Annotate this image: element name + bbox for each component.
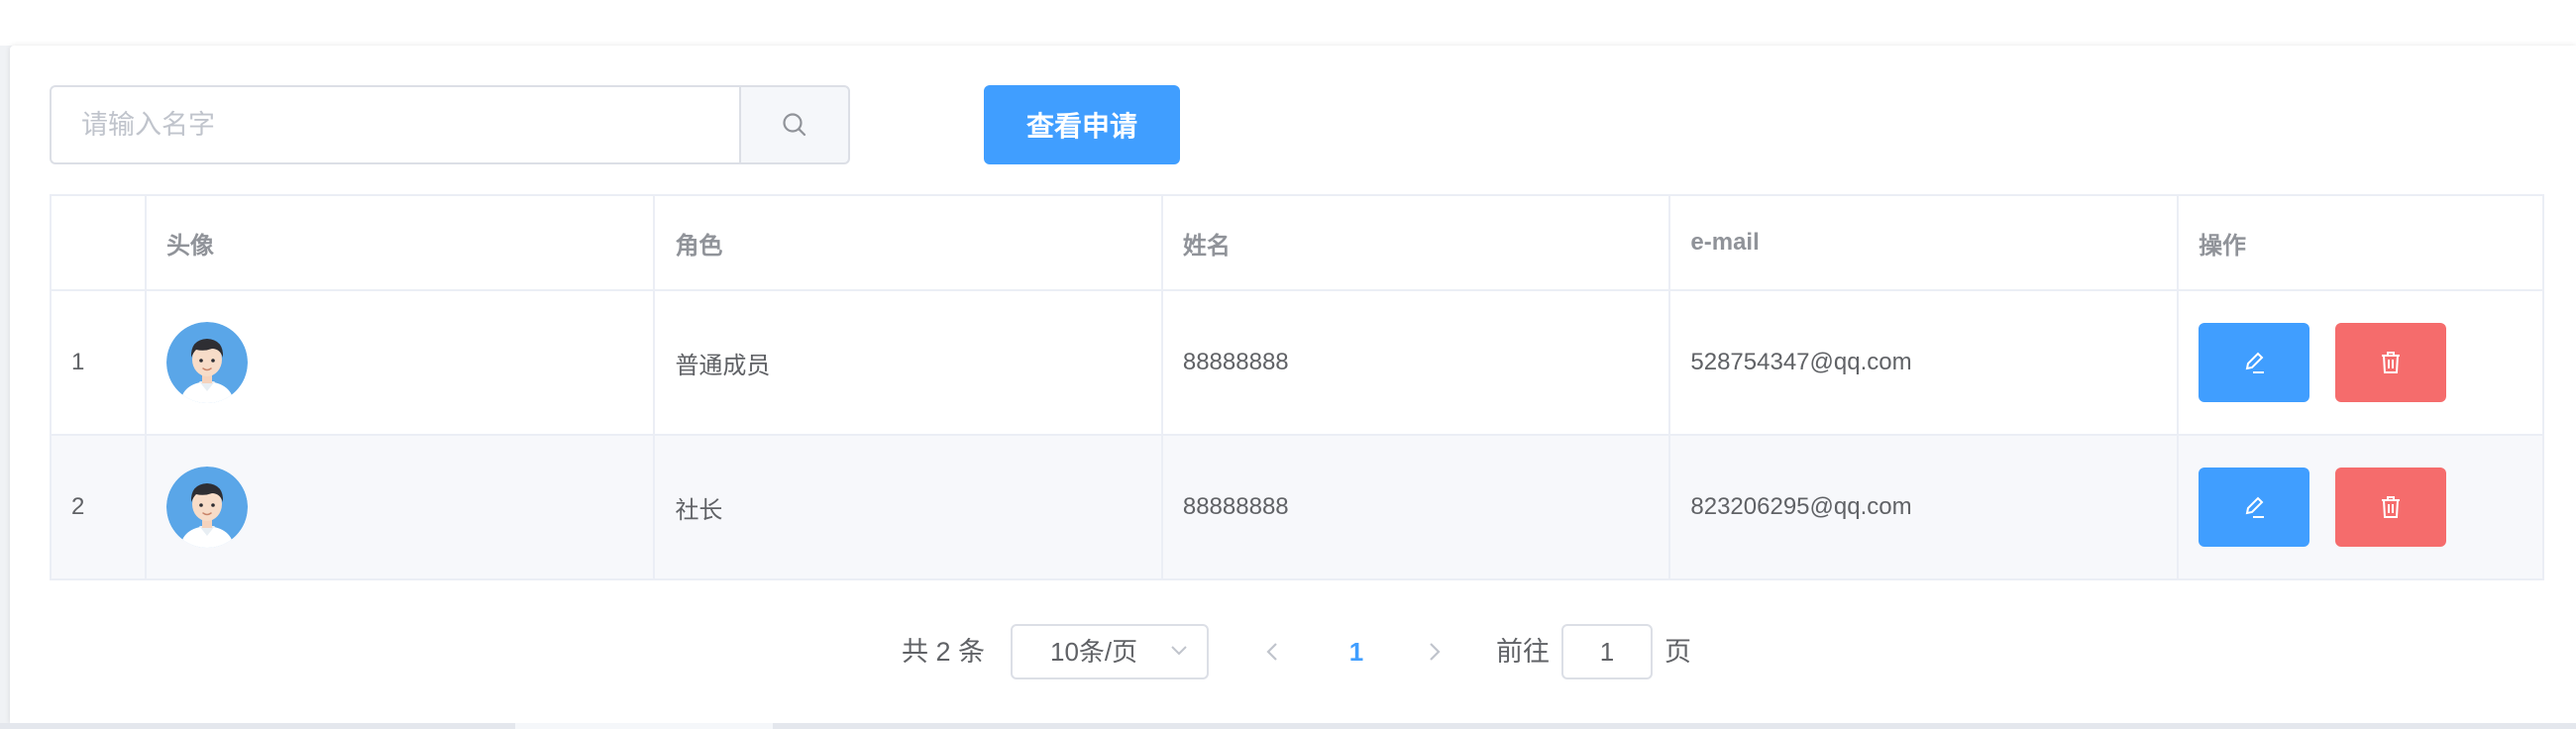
edit-button[interactable] xyxy=(2199,468,2310,547)
members-table: 头像 角色 姓名 e-mail 操作 1 普通成员 88888888 52875… xyxy=(50,194,2544,580)
header-index xyxy=(50,194,147,291)
table-row: 1 普通成员 88888888 528754347@qq.com xyxy=(50,289,2544,436)
row-ops xyxy=(2177,289,2544,436)
goto-page-input[interactable] xyxy=(1561,624,1653,679)
search-icon xyxy=(783,113,806,137)
next-page-button[interactable] xyxy=(1421,638,1447,666)
row-avatar-cell xyxy=(144,289,656,436)
search-button[interactable] xyxy=(739,85,850,164)
header-avatar: 头像 xyxy=(144,194,656,291)
row-actions xyxy=(2199,323,2522,402)
goto-suffix: 页 xyxy=(1664,637,1691,667)
edit-button[interactable] xyxy=(2199,323,2310,402)
row-name: 88888888 xyxy=(1160,434,1671,580)
header-email: e-mail xyxy=(1668,194,2180,291)
bottom-strip-segment xyxy=(515,723,773,729)
delete-icon xyxy=(2382,352,2401,373)
header-role: 角色 xyxy=(653,194,1163,291)
page-size-select[interactable]: 10条/页 xyxy=(1011,624,1209,679)
search-group xyxy=(50,85,850,164)
pagination-total: 共 2 条 xyxy=(902,637,986,667)
row-ops xyxy=(2177,434,2544,580)
delete-button[interactable] xyxy=(2335,323,2447,402)
goto-label: 前往 xyxy=(1496,637,1550,667)
row-email: 823206295@qq.com xyxy=(1668,434,2180,580)
header-name: 姓名 xyxy=(1160,194,1671,291)
row-avatar-cell xyxy=(144,434,656,580)
header-ops: 操作 xyxy=(2177,194,2544,291)
user-avatar-icon xyxy=(165,467,248,548)
page-size-value: 10条/页 xyxy=(1050,637,1138,667)
table-header-row: 头像 角色 姓名 e-mail 操作 xyxy=(50,194,2544,291)
page-top-bar xyxy=(0,0,2576,46)
table-row: 2 社长 88888888 823206295@qq.com xyxy=(50,434,2544,580)
edit-icon xyxy=(2245,496,2265,518)
pagination: 共 2 条 10条/页 1 前往 页 xyxy=(10,624,2576,679)
row-index: 1 xyxy=(50,289,147,436)
delete-icon xyxy=(2382,496,2401,518)
content-card: 查看申请 头像 角色 姓名 e-mail 操作 1 xyxy=(10,46,2576,723)
row-role: 社长 xyxy=(653,434,1163,580)
prev-page-button[interactable] xyxy=(1260,638,1286,666)
row-role: 普通成员 xyxy=(653,289,1163,436)
row-actions xyxy=(2199,468,2522,547)
delete-button[interactable] xyxy=(2335,468,2447,547)
row-name: 88888888 xyxy=(1160,289,1671,436)
user-avatar-icon xyxy=(165,322,248,403)
search-input[interactable] xyxy=(50,85,739,164)
page-number-current[interactable]: 1 xyxy=(1343,624,1369,679)
chevron-down-icon xyxy=(1171,646,1187,656)
edit-icon xyxy=(2245,352,2265,373)
row-email: 528754347@qq.com xyxy=(1668,289,2180,436)
view-applications-button[interactable]: 查看申请 xyxy=(984,85,1180,164)
row-index: 2 xyxy=(50,434,147,580)
bottom-strip xyxy=(0,723,2576,729)
